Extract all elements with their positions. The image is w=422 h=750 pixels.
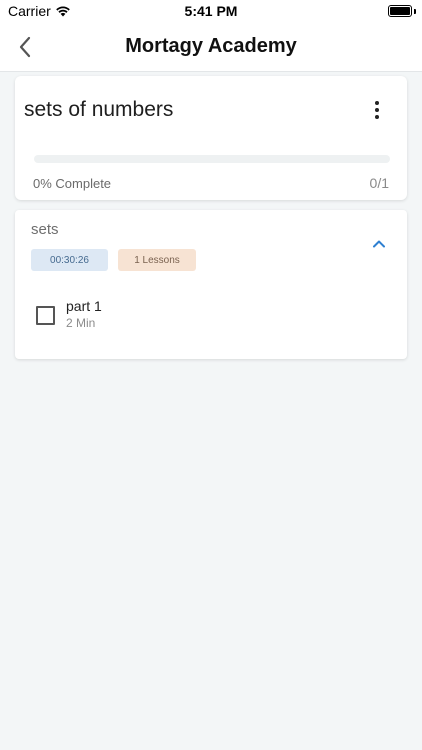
lesson-item[interactable]: part 1 2 Min <box>15 292 407 342</box>
navigation-bar: Mortagy Academy <box>0 22 422 72</box>
progress-bar <box>34 155 390 163</box>
course-card: sets of numbers 0% Complete 0/1 <box>15 76 407 200</box>
progress-count: 0/1 <box>369 175 389 191</box>
more-options-button[interactable] <box>367 98 387 122</box>
battery-icon <box>388 5 412 17</box>
duration-badge: 00:30:26 <box>31 249 108 271</box>
section-card: sets 00:30:26 1 Lessons part 1 2 Min <box>15 210 407 359</box>
more-vertical-icon <box>375 101 379 105</box>
course-title: sets of numbers <box>24 98 174 121</box>
battery-tip <box>414 9 416 14</box>
lesson-title: part 1 <box>66 298 102 314</box>
section-title: sets <box>31 221 59 238</box>
progress-label: 0% Complete <box>33 176 112 191</box>
lesson-checkbox[interactable] <box>36 306 55 325</box>
lesson-duration: 2 Min <box>66 316 96 330</box>
page-title: Mortagy Academy <box>125 35 297 57</box>
chevron-up-icon <box>373 240 385 247</box>
lessons-count-badge: 1 Lessons <box>118 249 196 271</box>
status-bar: Carrier 5:41 PM <box>0 0 422 22</box>
status-time: 5:41 PM <box>184 3 238 19</box>
collapse-section-button[interactable] <box>371 236 387 250</box>
